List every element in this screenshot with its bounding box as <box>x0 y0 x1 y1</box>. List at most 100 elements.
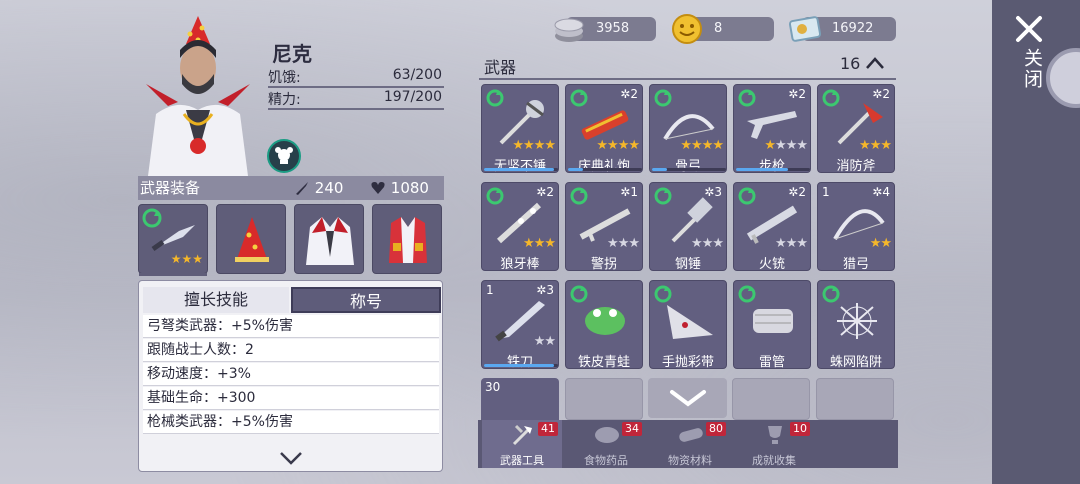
tab-label: 食物药品 <box>584 454 628 467</box>
skill-row: 基础生命：+300 <box>143 387 439 410</box>
weapon-card[interactable]: ★★★★ 无坚不锤 <box>481 84 559 173</box>
weapon-card[interactable]: ✲2 ★★★ 消防斧 <box>817 84 895 173</box>
equip-slot-weapon[interactable]: ★★★ <box>138 204 208 276</box>
health-stat: 1080 <box>370 176 429 200</box>
attack-value: 240 <box>314 179 344 197</box>
category-tabs: 41 武器工具 34 食物药品 80 物资材料 10 成就收集 <box>478 420 898 468</box>
weapon-card[interactable]: ✲2 ★★★★ 步枪 <box>733 84 811 173</box>
hunger-label: 饥饿: <box>268 70 301 86</box>
tab-titles[interactable]: 称号 <box>291 287 441 313</box>
ticket-icon <box>788 16 822 42</box>
weapon-level: 30 <box>485 380 501 394</box>
durability-bar <box>652 168 726 171</box>
close-label[interactable]: 关闭 <box>1019 48 1046 90</box>
tab-label: 武器工具 <box>500 454 544 467</box>
tab-weapons-tools[interactable]: 41 武器工具 <box>482 420 562 468</box>
weapon-slot-stars: ★★★ <box>170 252 203 266</box>
weapon-name: 雷管 <box>758 355 785 369</box>
weapon-card[interactable]: 手抛彩带 <box>649 280 727 369</box>
heart-icon <box>371 182 385 194</box>
party-hat-icon <box>235 217 269 262</box>
weapon-stars: ★★ <box>869 236 892 251</box>
weapon-stars: ★★★★ <box>764 138 808 153</box>
weapon-icon <box>837 303 877 339</box>
weapon-card[interactable]: 铁皮青蛙 <box>565 280 643 369</box>
gold-coin-smiley-icon <box>672 14 702 44</box>
trophy-icon <box>768 426 782 444</box>
close-icon[interactable] <box>1014 14 1044 44</box>
weapon-card[interactable]: ✲3 ★★★ 钢锤 <box>649 182 727 271</box>
weapon-icon <box>667 305 713 339</box>
close-panel[interactable]: 关闭 <box>992 0 1080 484</box>
equip-slot-coat[interactable] <box>294 204 364 274</box>
durability-bar <box>736 168 810 171</box>
equip-slot-vest[interactable] <box>372 204 442 274</box>
weapon-card[interactable]: 蛛网陷阱 <box>817 280 895 369</box>
chevron-down-icon <box>670 390 706 407</box>
weapon-stars: ★★★ <box>775 236 808 251</box>
durability-bar <box>484 364 558 367</box>
knife-icon <box>151 225 195 252</box>
weapon-card-empty[interactable] <box>816 378 894 420</box>
weapon-card[interactable]: 雷管 <box>733 280 811 369</box>
tab-badge: 41 <box>538 422 558 436</box>
tab-skills[interactable]: 擅长技能 <box>143 287 289 313</box>
weapon-card[interactable]: ★★★★ 骨弓 <box>649 84 727 173</box>
weapon-card-empty[interactable] <box>565 378 643 420</box>
weapon-stars: ★★★★ <box>596 138 640 153</box>
wood-log-icon <box>679 428 703 442</box>
hunger-value: 63/200 <box>392 67 442 83</box>
weapon-stars: ★★★ <box>691 236 724 251</box>
axe-hammer-icon <box>512 424 532 446</box>
ticket-currency: 16922 <box>788 16 896 42</box>
silver-value: 3958 <box>596 21 630 36</box>
weapon-card[interactable]: 1 ✲3 ★★ 铁刀 <box>481 280 559 369</box>
weapon-card[interactable]: ✲1 ★★★ 警拐 <box>565 182 643 271</box>
weapon-card[interactable]: ✲2 ★★★ 狼牙棒 <box>481 182 559 271</box>
durability-bar <box>568 168 642 171</box>
skills-tabs: 擅长技能 称号 <box>143 287 441 313</box>
faction-badge-icon[interactable] <box>267 139 301 173</box>
skill-row: 跟随战士人数：2 <box>143 339 439 362</box>
weapons-title: 武器 <box>484 58 517 77</box>
energy-stat: 精力: 197/200 <box>268 88 444 110</box>
slot-bar <box>139 273 207 276</box>
equip-slot-hat[interactable] <box>216 204 286 274</box>
silver-coin-stack-icon <box>554 18 584 42</box>
scroll-down-button[interactable] <box>648 378 727 418</box>
character-name: 尼克 <box>272 42 312 66</box>
equipment-title: 武器装备 <box>140 179 201 197</box>
weapon-stars: ★★ <box>533 334 556 349</box>
energy-label: 精力: <box>268 92 301 108</box>
chevron-down-icon[interactable] <box>279 451 303 465</box>
weapon-icon <box>753 309 793 333</box>
side-handle[interactable] <box>1046 48 1080 108</box>
weapon-grid: ★★★★ 无坚不锤 ✲2 ★★★★ 庆典礼炮 ★★★★ 骨弓 ✲2 ★★★★ 步枪 ✲2 ★★★ 消防斧… <box>481 84 897 384</box>
weapon-card[interactable]: ✲2 ★★★★ 庆典礼炮 <box>565 84 643 173</box>
weapon-name: 消防斧 <box>836 159 876 173</box>
chevron-up-icon[interactable] <box>864 54 886 72</box>
tab-badge: 34 <box>622 422 642 436</box>
weapon-card-partial[interactable]: 30 <box>481 378 559 420</box>
weapon-card[interactable]: 1 ✲4 ★★ 猎弓 <box>817 182 895 271</box>
weapon-name: 蛛网陷阱 <box>829 355 882 369</box>
vest-icon <box>389 217 427 263</box>
weapon-name: 铁皮青蛙 <box>577 355 630 369</box>
tab-food-medicine[interactable]: 34 食物药品 <box>566 420 646 468</box>
meat-icon <box>595 427 619 443</box>
skill-row: 弓弩类武器：+5%伤害 <box>143 315 439 338</box>
silver-currency: 3958 <box>554 17 656 42</box>
tab-achievements[interactable]: 10 成就收集 <box>734 420 814 468</box>
weapons-divider <box>479 78 896 80</box>
weapons-count: 16 <box>840 54 861 73</box>
weapon-card-empty[interactable] <box>732 378 810 420</box>
weapon-card[interactable]: ✲2 ★★★ 火铳 <box>733 182 811 271</box>
health-value: 1080 <box>390 179 429 197</box>
skill-row: 移动速度：+3% <box>143 363 439 386</box>
weapon-name: 猎弓 <box>842 257 869 271</box>
character-portrait <box>146 16 250 176</box>
weapon-name: 狼牙棒 <box>500 257 540 271</box>
tab-label: 成就收集 <box>752 454 796 467</box>
skill-row: 枪械类武器：+5%伤害 <box>143 411 439 434</box>
tab-materials[interactable]: 80 物资材料 <box>650 420 730 468</box>
